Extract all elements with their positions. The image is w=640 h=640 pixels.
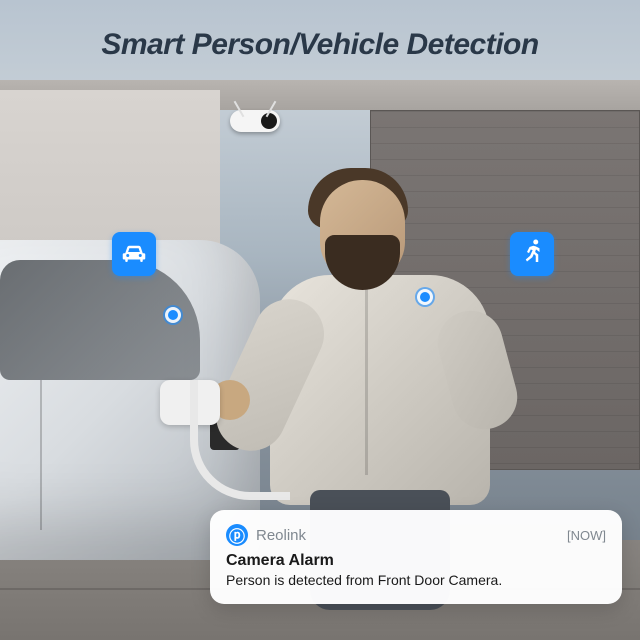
jacket-zipper [365, 275, 368, 475]
reolink-logo-icon: ⓟ [229, 523, 245, 547]
camera-lens [261, 113, 277, 129]
vehicle-detection-badge [112, 232, 156, 276]
running-person-icon [517, 237, 547, 272]
security-camera [230, 110, 280, 132]
car-rear-window [0, 260, 200, 380]
notification-app-name: Reolink [256, 527, 567, 544]
notification-header: ⓟ Reolink [NOW] [226, 524, 606, 546]
notification-message: Person is detected from Front Door Camer… [226, 572, 606, 588]
car-icon [119, 237, 149, 272]
person-detection-badge [510, 232, 554, 276]
notification-timestamp: [NOW] [567, 528, 606, 543]
page-title: Smart Person/Vehicle Detection [0, 28, 640, 62]
app-icon: ⓟ [226, 524, 248, 546]
person-detection-marker [420, 292, 430, 302]
car-door-seam [40, 380, 42, 530]
vehicle-detection-marker [168, 310, 178, 320]
push-notification[interactable]: ⓟ Reolink [NOW] Camera Alarm Person is d… [210, 510, 622, 604]
notification-title: Camera Alarm [226, 552, 606, 570]
